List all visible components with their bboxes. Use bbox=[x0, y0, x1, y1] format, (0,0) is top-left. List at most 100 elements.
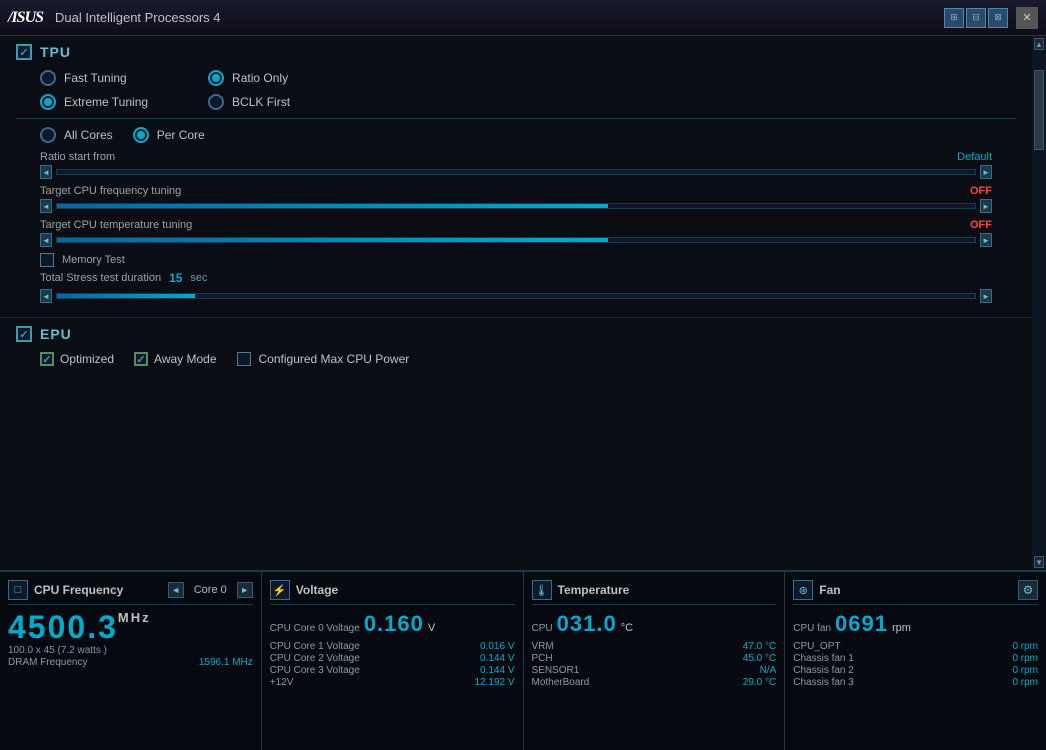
cpu-freq-label-row: Target CPU frequency tuning OFF bbox=[40, 185, 992, 197]
cpu-freq-slider-left[interactable]: ◄ bbox=[40, 199, 52, 213]
bclk-first-radio[interactable] bbox=[208, 94, 224, 110]
ratio-slider-left[interactable]: ◄ bbox=[40, 165, 52, 179]
dram-value: 1596.1 MHz bbox=[199, 657, 253, 668]
cpu-temp-value: OFF bbox=[970, 219, 992, 231]
cpu-freq-slider-right[interactable]: ► bbox=[980, 199, 992, 213]
cpu-temp-slider-right[interactable]: ► bbox=[980, 233, 992, 247]
grid-icon-2[interactable]: ⊟ bbox=[966, 8, 986, 28]
all-cores-label: All Cores bbox=[64, 128, 113, 142]
voltage-icon: ⚡ bbox=[270, 580, 290, 600]
v-value-0: 0.016 V bbox=[480, 641, 514, 652]
scroll-down-arrow[interactable]: ▼ bbox=[1034, 556, 1044, 568]
ratio-only-radio[interactable] bbox=[208, 70, 224, 86]
ratio-label: Ratio start from bbox=[40, 151, 115, 163]
f-value-3: 0 rpm bbox=[1012, 677, 1038, 688]
epu-max-cpu-checkbox[interactable] bbox=[237, 352, 251, 366]
v-value-3: 12.192 V bbox=[474, 677, 514, 688]
asus-logo: /ISUS bbox=[8, 9, 43, 27]
f-value-0: 0 rpm bbox=[1012, 641, 1038, 652]
stress-slider-right[interactable]: ► bbox=[980, 289, 992, 303]
extreme-tuning-radio[interactable] bbox=[40, 94, 56, 110]
per-core-radio[interactable] bbox=[133, 127, 149, 143]
fast-tuning-radio[interactable] bbox=[40, 70, 56, 86]
temp-main-value: 031.0 bbox=[557, 611, 617, 637]
ratio-label-row: Ratio start from Default bbox=[40, 151, 992, 163]
t-label-0: VRM bbox=[532, 641, 554, 652]
epu-max-cpu-label: Configured Max CPU Power bbox=[259, 352, 410, 366]
ratio-slider-track[interactable] bbox=[56, 169, 976, 175]
temp-main-label: CPU bbox=[532, 623, 553, 634]
epu-away-checkbox[interactable] bbox=[134, 352, 148, 366]
grid-icon-3[interactable]: ⊠ bbox=[988, 8, 1008, 28]
epu-optimized-checkbox[interactable] bbox=[40, 352, 54, 366]
memory-test-label: Memory Test bbox=[62, 254, 125, 266]
scroll-up-arrow[interactable]: ▲ bbox=[1034, 38, 1044, 50]
t-value-0: 47.0 °C bbox=[743, 641, 776, 652]
scroll-thumb[interactable] bbox=[1034, 70, 1044, 150]
per-core-option[interactable]: Per Core bbox=[133, 127, 205, 143]
cpu-temp-slider-container: ◄ ► bbox=[40, 233, 992, 247]
epu-header: EPU bbox=[16, 326, 1016, 342]
top-sections: TPU Fast Tuning Extreme Tuning bbox=[0, 36, 1032, 570]
cpu-icon: □ bbox=[8, 580, 28, 600]
cpu-freq-slider-track[interactable] bbox=[56, 203, 976, 209]
t-value-2: N/A bbox=[760, 665, 777, 676]
stress-value[interactable]: 15 bbox=[169, 271, 182, 285]
voltage-main-value: 0.160 bbox=[364, 611, 424, 637]
ratio-slider-right[interactable]: ► bbox=[980, 165, 992, 179]
cpu-freq-header: □ CPU Frequency ◄ Core 0 ► bbox=[8, 580, 253, 605]
stress-slider-left[interactable]: ◄ bbox=[40, 289, 52, 303]
fan-title: Fan bbox=[819, 583, 840, 597]
all-cores-radio[interactable] bbox=[40, 127, 56, 143]
cpu-freq-label: Target CPU frequency tuning bbox=[40, 185, 181, 197]
memory-test-checkbox[interactable] bbox=[40, 253, 54, 267]
tpu-header: TPU bbox=[16, 44, 1016, 60]
voltage-header: ⚡ Voltage bbox=[270, 580, 515, 605]
t-value-3: 29.0 °C bbox=[743, 677, 776, 688]
epu-optimized[interactable]: Optimized bbox=[40, 352, 114, 366]
temp-icon: 🌡 bbox=[532, 580, 552, 600]
v-label-2: CPU Core 3 Voltage bbox=[270, 665, 360, 676]
dram-label: DRAM Frequency bbox=[8, 657, 87, 668]
ratio-value[interactable]: Default bbox=[957, 151, 992, 163]
fast-tuning-option[interactable]: Fast Tuning bbox=[40, 70, 148, 86]
tpu-checkbox[interactable] bbox=[16, 44, 32, 60]
all-cores-option[interactable]: All Cores bbox=[40, 127, 113, 143]
voltage-row-2: CPU Core 3 Voltage 0.144 V bbox=[270, 665, 515, 676]
temp-main: CPU 031.0 °C bbox=[532, 611, 777, 637]
cpu-temp-slider-left[interactable]: ◄ bbox=[40, 233, 52, 247]
epu-max-cpu[interactable]: Configured Max CPU Power bbox=[237, 352, 410, 366]
scrollbar[interactable]: ▲ ▼ bbox=[1032, 36, 1046, 570]
cpu-temp-slider-track[interactable] bbox=[56, 237, 976, 243]
stress-label: Total Stress test duration bbox=[40, 272, 161, 284]
voltage-main: CPU Core 0 Voltage 0.160 V bbox=[270, 611, 515, 637]
temp-row-3: MotherBoard 29.0 °C bbox=[532, 677, 777, 688]
voltage-main-unit: V bbox=[428, 622, 435, 634]
t-label-3: MotherBoard bbox=[532, 677, 590, 688]
f-label-0: CPU_OPT bbox=[793, 641, 840, 652]
epu-away-label: Away Mode bbox=[154, 352, 216, 366]
stress-slider-track[interactable] bbox=[56, 293, 976, 299]
v-label-1: CPU Core 2 Voltage bbox=[270, 653, 360, 664]
fan-row-2: Chassis fan 2 0 rpm bbox=[793, 665, 1038, 676]
epu-checkbox[interactable] bbox=[16, 326, 32, 342]
voltage-title: Voltage bbox=[296, 583, 338, 597]
voltage-row-0: CPU Core 1 Voltage 0.016 V bbox=[270, 641, 515, 652]
epu-title: EPU bbox=[40, 326, 72, 342]
cpu-nav-left[interactable]: ◄ bbox=[168, 582, 184, 598]
fan-row-3: Chassis fan 3 0 rpm bbox=[793, 677, 1038, 688]
cpu-nav-right[interactable]: ► bbox=[237, 582, 253, 598]
bclk-first-option[interactable]: BCLK First bbox=[208, 94, 290, 110]
close-button[interactable]: ✕ bbox=[1016, 7, 1038, 29]
memory-test-row: Memory Test bbox=[40, 253, 992, 267]
bclk-first-label: BCLK First bbox=[232, 95, 290, 109]
v-value-1: 0.144 V bbox=[480, 653, 514, 664]
settings-gear-button[interactable]: ⚙ bbox=[1018, 580, 1038, 600]
temp-main-unit: °C bbox=[621, 622, 633, 634]
tuning-right: Ratio Only BCLK First bbox=[208, 70, 290, 110]
temp-title: Temperature bbox=[558, 583, 630, 597]
grid-icon-1[interactable]: ⊞ bbox=[944, 8, 964, 28]
epu-away-mode[interactable]: Away Mode bbox=[134, 352, 216, 366]
ratio-only-option[interactable]: Ratio Only bbox=[208, 70, 290, 86]
extreme-tuning-option[interactable]: Extreme Tuning bbox=[40, 94, 148, 110]
